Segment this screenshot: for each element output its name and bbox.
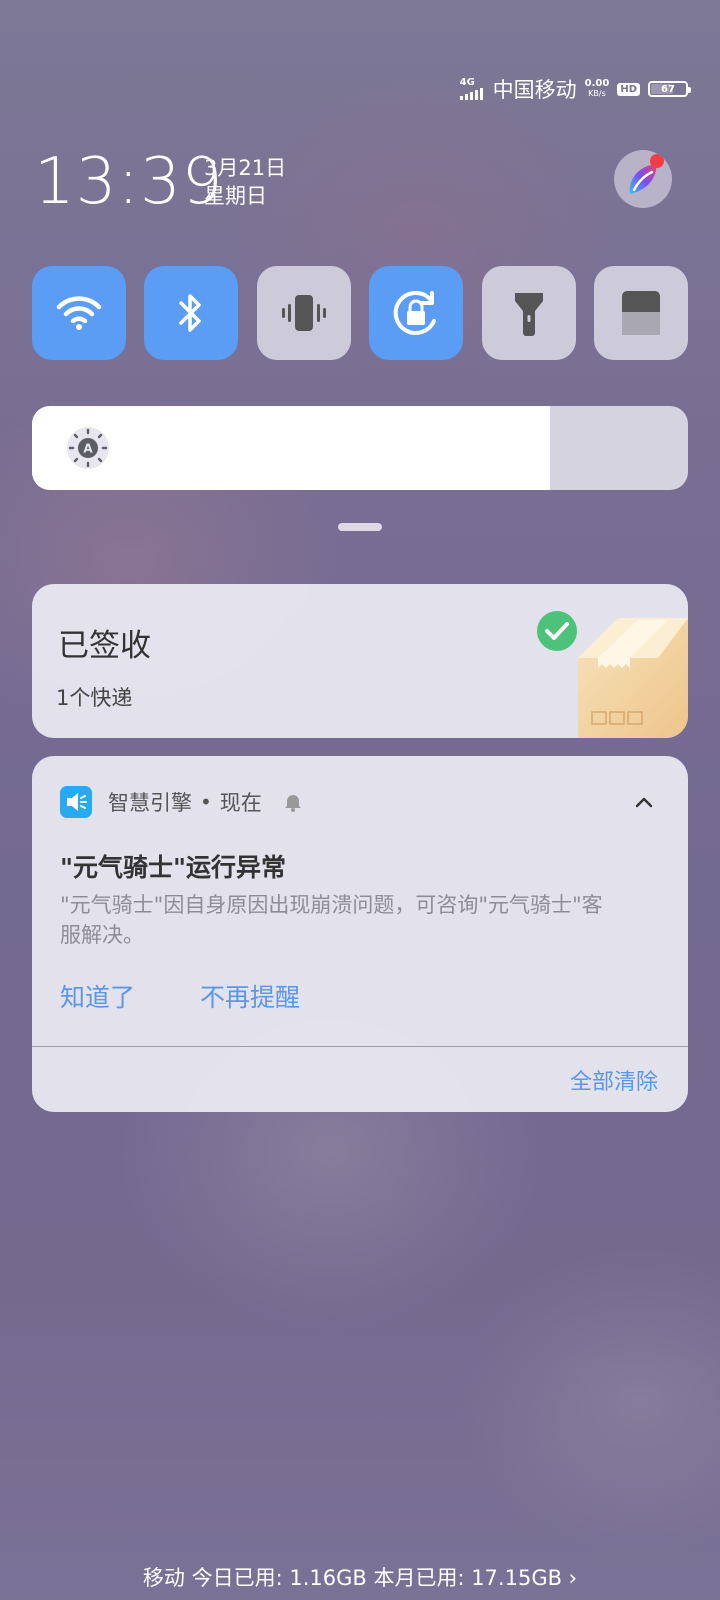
clock-date[interactable]: 3月21日 星期日: [204, 154, 286, 210]
rotation-lock-toggle[interactable]: [369, 266, 464, 360]
status-bar: 4G 中国移动 0.00 KB/s HD 67: [459, 74, 691, 104]
acknowledge-button[interactable]: 知道了: [60, 978, 135, 1014]
clock-time[interactable]: 13:39: [34, 146, 223, 218]
carrier-name: 中国移动: [492, 78, 577, 102]
date-text: 3月21日: [204, 156, 287, 180]
bluetooth-icon: [179, 294, 202, 332]
weekday-text: 星期日: [204, 184, 267, 208]
notification-body: "元气骑士"因自身原因出现崩溃问题，可咨询"元气骑士"客服解决。: [60, 893, 603, 947]
notification-card[interactable]: 智慧引擎 • 现在 "元气骑士"运行异常 "元气骑士"因自身原因出现崩溃问题，可…: [32, 756, 688, 1112]
express-delivery-card[interactable]: 已签收 1个快递: [32, 584, 688, 738]
signal-icon: [459, 88, 483, 100]
battery-level: 67: [661, 83, 675, 95]
vibrate-toggle[interactable]: [256, 266, 351, 360]
eye-comfort-toggle[interactable]: [593, 266, 688, 360]
network-type: 4G: [459, 77, 475, 88]
rotation-lock-icon: [393, 291, 437, 335]
check-icon: [537, 611, 577, 651]
eye-comfort-icon: [621, 291, 660, 335]
app-name: 智慧引擎: [108, 791, 192, 815]
express-subtitle: 1个快递: [56, 686, 133, 710]
bluetooth-toggle[interactable]: [144, 266, 239, 360]
network-speed: 0.00 KB/s: [585, 79, 610, 99]
panel-drag-handle[interactable]: [338, 523, 382, 531]
auto-brightness-icon[interactable]: A: [66, 426, 110, 470]
collapse-chevron-icon[interactable]: [632, 790, 656, 814]
notification-time: 现在: [219, 791, 262, 815]
vibrate-icon: [281, 295, 326, 331]
network-indicator: 4G: [459, 77, 483, 100]
wifi-icon: [56, 296, 102, 330]
network-speed-unit: KB/s: [588, 89, 606, 98]
data-usage-link[interactable]: 移动 今日已用: 1.16GB 本月已用: 17.15GB ›: [0, 1562, 720, 1592]
brightness-slider[interactable]: A: [32, 406, 688, 490]
auto-brightness-letter: A: [83, 442, 93, 456]
app-icon: [60, 786, 92, 818]
hd-icon: HD: [617, 82, 640, 96]
notification-badge: [650, 154, 664, 168]
battery-icon: 67: [648, 81, 691, 97]
divider: [32, 1046, 688, 1047]
notification-header: 智慧引擎 • 现在: [108, 786, 304, 818]
wifi-toggle[interactable]: [32, 266, 126, 360]
flashlight-toggle[interactable]: [481, 266, 576, 360]
clear-all-button[interactable]: 全部清除: [570, 1064, 658, 1096]
quick-settings-toggles: [32, 266, 688, 360]
flashlight-icon: [514, 293, 543, 336]
notification-title: "元气骑士"运行异常: [60, 853, 287, 882]
speaker-icon: [67, 793, 87, 811]
header-separator: •: [200, 790, 212, 814]
express-title: 已签收: [58, 628, 151, 664]
network-speed-value: 0.00: [584, 78, 610, 89]
bell-icon: [284, 795, 301, 812]
dont-remind-button[interactable]: 不再提醒: [200, 978, 300, 1014]
avatar[interactable]: [614, 150, 672, 208]
